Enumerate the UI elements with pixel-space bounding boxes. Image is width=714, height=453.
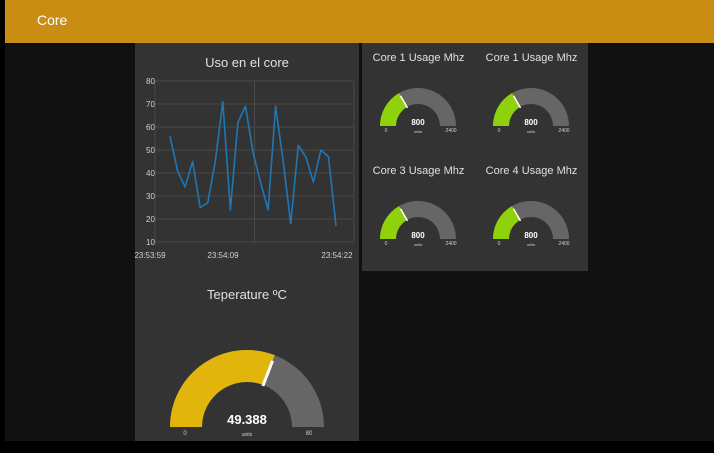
temperature-units: units <box>242 432 253 438</box>
x-tick-label: 23:54:09 <box>207 251 239 260</box>
core-gauge: 800 units 0 2400 <box>380 88 457 134</box>
x-tick-label: 23:53:59 <box>135 251 166 260</box>
core-gauge-title: Core 1 Usage Mhz <box>485 52 578 64</box>
core-gauge-units: units <box>414 242 422 247</box>
gauge-min-label: 0 <box>183 431 187 437</box>
core-gauge-units: units <box>414 129 422 134</box>
gauge-max-label: 2400 <box>445 128 456 134</box>
gauge-min-label: 0 <box>498 128 501 134</box>
gauge-max-label: 2400 <box>558 128 569 134</box>
core-gauge: 800 units 0 2400 <box>493 88 570 134</box>
temperature-gauge: 49.388 units 0 80 <box>170 350 324 438</box>
core-gauge-value: 800 <box>524 231 538 240</box>
gauge-max-label: 2400 <box>558 241 569 247</box>
core-gauge: 800 units 0 2400 <box>493 201 570 247</box>
y-tick-label: 60 <box>146 123 155 132</box>
y-tick-label: 10 <box>146 238 155 247</box>
temperature-gauge-card: Teperature ºC 49.388 units 0 80 <box>135 275 359 441</box>
core-gauge-units: units <box>527 242 535 247</box>
y-tick-label: 40 <box>146 169 155 178</box>
y-tick-label: 50 <box>146 146 155 155</box>
core-gauge-value: 800 <box>524 118 538 127</box>
y-tick-label: 70 <box>146 100 155 109</box>
line-chart-card: Uso en el core 80 70 60 50 40 30 20 10 23:53:59 2… <box>135 43 359 275</box>
y-tick-label: 30 <box>146 192 155 201</box>
gauge-min-label: 0 <box>385 241 388 247</box>
y-tick-label: 80 <box>146 77 155 86</box>
page-title: Core <box>37 12 68 28</box>
core-gauge-title: Core 1 Usage Mhz <box>372 52 465 64</box>
y-tick-label: 20 <box>146 215 155 224</box>
core-gauge-title: Core 3 Usage Mhz <box>372 165 465 177</box>
temperature-value: 49.388 <box>227 412 267 427</box>
line-chart: 80 70 60 50 40 30 20 10 23:53:59 23:54:09 23:54:22 <box>135 77 355 260</box>
core-gauge-title: Core 4 Usage Mhz <box>485 165 578 177</box>
core-gauge-units: units <box>527 129 535 134</box>
gauge-max-label: 80 <box>306 431 313 437</box>
dashboard: Core Uso en el core 80 70 60 50 40 30 20 10 23:5… <box>5 0 714 441</box>
core-gauge-value: 800 <box>411 118 425 127</box>
core-gauge: 800 units 0 2400 <box>380 201 457 247</box>
gauge-min-label: 0 <box>498 241 501 247</box>
core-gauge-value: 800 <box>411 231 425 240</box>
x-tick-label: 23:54:22 <box>321 251 353 260</box>
series-line <box>169 100 337 226</box>
gauge-max-label: 2400 <box>445 241 456 247</box>
gauge-min-label: 0 <box>385 128 388 134</box>
top-bar: Core <box>5 0 714 43</box>
core-usage-card: Core 1 Usage Mhz Core 1 Usage Mhz Core 3… <box>362 43 588 271</box>
